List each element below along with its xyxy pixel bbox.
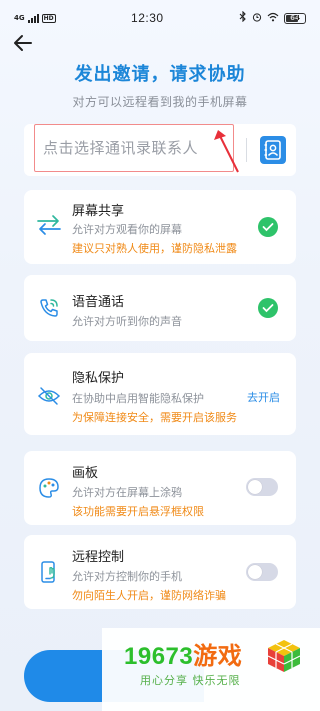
watermark-slogan: 用心分享 快乐无限 [140, 674, 241, 687]
card-remote-control: 远程控制 允许对方控制你的手机 勿向陌生人开启，谨防网络诈骗 [24, 535, 296, 609]
alarm-icon [252, 12, 262, 25]
voice-call-check[interactable] [258, 298, 278, 318]
signal-icon [27, 13, 39, 23]
watermark: 19673游戏 用心分享 快乐无限 [102, 628, 320, 711]
contact-book-button[interactable] [260, 136, 286, 164]
card-warning: 该功能需要开启悬浮框权限 [72, 505, 204, 518]
battery-level: 64 [290, 13, 300, 22]
contact-picker [24, 124, 296, 176]
card-desc: 允许对方观看你的屏幕 [72, 223, 182, 236]
watermark-name: 游戏 [193, 643, 243, 670]
swap-arrows-icon [36, 212, 62, 238]
card-warning: 勿向陌生人开启，谨防网络诈骗 [72, 589, 226, 602]
card-drawing-board: 画板 允许对方在屏幕上涂鸦 该功能需要开启悬浮框权限 [24, 451, 296, 525]
status-bar: 4G HD 12:30 64 [0, 0, 320, 36]
card-privacy: 隐私保护 在协助中启用智能隐私保护 为保障连接安全，需要开启该服务 去开启 [24, 353, 296, 435]
phone-touch-icon [36, 559, 62, 585]
contact-input[interactable] [34, 124, 234, 172]
hd-badge: HD [41, 13, 56, 23]
bluetooth-icon [239, 10, 247, 25]
card-title: 屏幕共享 [72, 204, 125, 219]
card-warning: 为保障连接安全，需要开启该服务 [72, 411, 237, 424]
card-warning: 建议只对熟人使用，谨防隐私泄露 [72, 242, 237, 255]
status-right: 64 [239, 10, 306, 25]
card-title: 远程控制 [72, 550, 125, 565]
card-desc: 允许对方听到你的声音 [72, 315, 182, 328]
status-time: 12:30 [131, 11, 164, 25]
page-subtitle: 对方可以远程看到我的手机屏幕 [72, 95, 248, 109]
wifi-icon [267, 12, 279, 25]
back-arrow-icon [14, 35, 32, 51]
checkmark-icon [262, 223, 274, 232]
contact-book-icon [264, 140, 281, 160]
card-screen-share: 屏幕共享 允许对方观看你的屏幕 建议只对熟人使用，谨防隐私泄露 [24, 190, 296, 264]
toggle-knob [248, 565, 262, 579]
card-title: 画板 [72, 466, 99, 481]
screen-share-check[interactable] [258, 217, 278, 237]
watermark-logo-text: 19673游戏 [124, 636, 242, 671]
remote-control-toggle[interactable] [246, 563, 278, 581]
page-title: 发出邀请，请求协助 [74, 64, 246, 85]
status-left: 4G HD [14, 13, 56, 23]
palette-icon [36, 475, 62, 501]
rubik-cube-logo-icon [267, 640, 301, 672]
toggle-knob [248, 480, 262, 494]
card-desc: 允许对方在屏幕上涂鸦 [72, 486, 182, 499]
card-voice-call: 语音通话 允许对方听到你的声音 [24, 275, 296, 341]
enable-privacy-link[interactable]: 去开启 [247, 389, 280, 405]
card-title: 语音通话 [72, 295, 125, 310]
card-desc: 允许对方控制你的手机 [72, 570, 182, 583]
phone-call-icon [36, 295, 62, 321]
back-button[interactable] [10, 30, 36, 56]
eye-hidden-icon [36, 383, 62, 409]
network-type: 4G [14, 13, 25, 22]
watermark-number: 19673 [124, 643, 194, 670]
card-title: 隐私保护 [72, 371, 125, 386]
contact-divider [246, 138, 247, 162]
checkmark-icon [262, 304, 274, 313]
drawing-board-toggle[interactable] [246, 478, 278, 496]
card-desc: 在协助中启用智能隐私保护 [72, 392, 204, 405]
battery-icon: 64 [283, 12, 306, 24]
